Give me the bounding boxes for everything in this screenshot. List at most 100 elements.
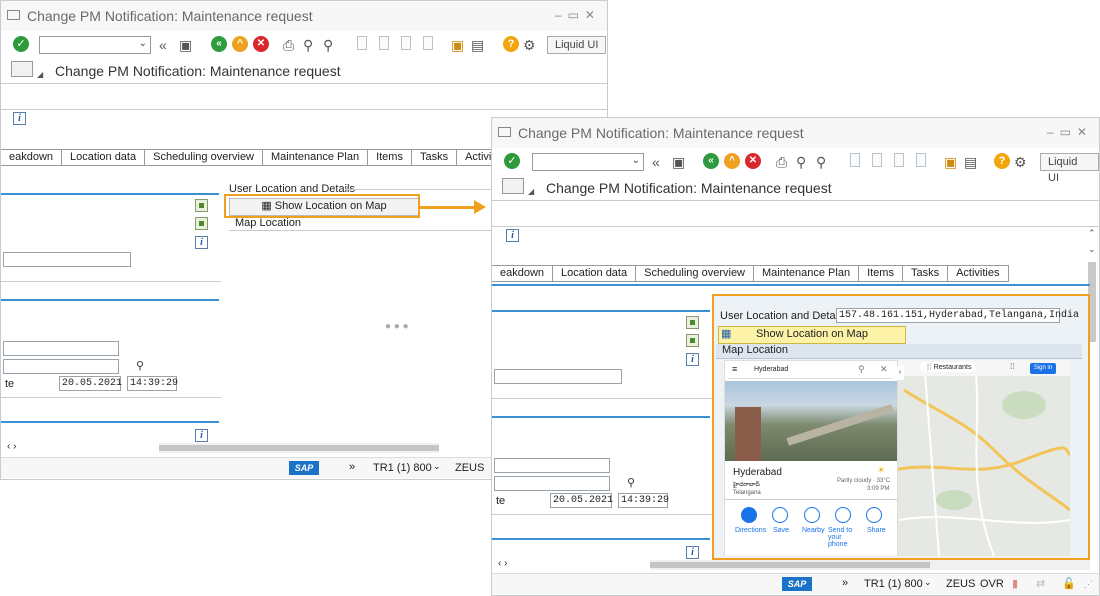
new-session-icon[interactable]: ▣ [944,153,957,171]
command-field[interactable]: ⌄ [532,153,644,171]
first-page-icon[interactable] [850,153,860,167]
find-next-icon[interactable]: ⚲ [816,153,826,171]
first-page-icon[interactable] [357,36,367,50]
back-icon[interactable]: « [703,153,719,169]
back-icon[interactable]: « [211,36,227,52]
window-menu-icon[interactable] [498,127,511,137]
hierarchy-icon[interactable] [686,334,699,347]
cancel-icon[interactable]: ✕ [745,153,761,169]
chevron-down-icon[interactable]: ◢ [37,70,43,79]
binoculars-icon[interactable]: ⚲ [133,359,147,373]
system-info[interactable]: TR1 (1) 800 [373,462,432,474]
help-icon[interactable]: ? [503,36,519,52]
horizontal-scrollbar[interactable] [650,560,1090,570]
print-icon[interactable]: ⎙ [283,36,294,54]
shortcut-icon[interactable]: ▤ [471,36,484,54]
tab-tasks[interactable]: Tasks [903,266,949,281]
text-field[interactable] [494,476,610,491]
tab-location-data[interactable]: Location data [553,266,637,281]
info-icon[interactable]: i [686,546,699,559]
shortcut-icon[interactable]: ▤ [964,153,977,171]
text-field[interactable] [3,359,119,374]
time-field[interactable]: 14:39:29 [618,493,669,508]
expand-status-icon[interactable]: » [842,577,848,589]
exit-icon[interactable]: ^ [724,153,740,169]
lock-icon[interactable]: 🔓 [1062,577,1076,590]
liquid-ui-button[interactable]: Liquid UI [547,36,607,54]
tab-scheduling-overview[interactable]: Scheduling overview [145,150,263,165]
new-session-icon[interactable]: ▣ [451,36,464,54]
tab-maintenance-plan[interactable]: Maintenance Plan [263,150,369,165]
history-icon[interactable]: « [159,36,167,54]
expand-status-icon[interactable]: » [349,461,355,473]
tab-breakdown[interactable]: eakdown [1,150,63,165]
scroll-thumb[interactable] [159,445,439,451]
horizontal-scrollbar[interactable] [159,443,439,453]
structure-icon[interactable] [686,316,699,329]
next-page-icon[interactable] [401,36,411,50]
tab-breakdown[interactable]: eakdown [492,266,554,281]
info-icon[interactable]: i [195,429,208,442]
transfer-icon[interactable]: ⇄ [1036,577,1045,590]
find-next-icon[interactable]: ⚲ [323,36,333,54]
structure-icon[interactable] [195,199,208,212]
tab-items[interactable]: Items [859,266,903,281]
find-icon[interactable]: ⚲ [303,36,313,54]
scroll-arrows[interactable]: ‹ › [498,558,507,569]
tab-activities[interactable]: Activities [948,266,1009,281]
tab-maintenance-plan[interactable]: Maintenance Plan [754,266,860,281]
system-info[interactable]: TR1 (1) 800 [864,578,923,590]
window-controls[interactable]: –▭✕ [1047,125,1093,139]
message-icon[interactable]: ▮ [1012,577,1018,590]
vertical-scroll-up-icon[interactable]: ⌃ [1088,228,1096,239]
tab-scheduling-overview[interactable]: Scheduling overview [636,266,754,281]
object-services-icon[interactable] [11,61,33,77]
previous-page-icon[interactable] [872,153,882,167]
text-field[interactable] [3,252,131,267]
settings-gear-icon[interactable]: ⚙ [1014,153,1027,171]
section-border [492,284,1090,286]
cancel-icon[interactable]: ✕ [253,36,269,52]
history-icon[interactable]: « [652,153,660,171]
tab-tasks[interactable]: Tasks [412,150,458,165]
help-icon[interactable]: ? [994,153,1010,169]
chevron-down-icon[interactable]: ⌄ [924,577,932,588]
scroll-arrows[interactable]: ‹ › [7,441,16,452]
tab-location-data[interactable]: Location data [62,150,146,165]
next-page-icon[interactable] [894,153,904,167]
tab-items[interactable]: Items [368,150,412,165]
last-page-icon[interactable] [916,153,926,167]
window-menu-icon[interactable] [7,10,20,20]
save-icon[interactable]: ▣ [672,153,685,171]
settings-gear-icon[interactable]: ⚙ [523,36,536,54]
text-field[interactable] [3,341,119,356]
object-services-icon[interactable] [502,178,524,194]
info-icon[interactable]: i [506,229,519,242]
liquid-ui-button[interactable]: Liquid UI [1040,153,1099,184]
vertical-scroll-down-icon[interactable]: ⌄ [1088,244,1096,255]
info-icon[interactable]: i [686,353,699,366]
time-field[interactable]: 14:39:29 [127,376,178,391]
print-icon[interactable]: ⎙ [776,153,787,171]
save-icon[interactable]: ▣ [179,36,192,54]
info-icon[interactable]: i [195,236,208,249]
binoculars-icon[interactable]: ⚲ [624,476,638,490]
command-field[interactable]: ⌄ [39,36,151,54]
text-field[interactable] [494,458,610,473]
scroll-thumb[interactable] [650,562,930,568]
chevron-down-icon[interactable]: ◢ [528,187,534,196]
date-field[interactable]: 20.05.2021 [550,493,613,508]
enter-icon[interactable]: ✓ [13,36,29,52]
resize-grip-icon[interactable]: ⋰ [1084,579,1093,590]
enter-icon[interactable]: ✓ [504,153,520,169]
last-page-icon[interactable] [423,36,433,50]
hierarchy-icon[interactable] [195,217,208,230]
exit-icon[interactable]: ^ [232,36,248,52]
find-icon[interactable]: ⚲ [796,153,806,171]
previous-page-icon[interactable] [379,36,389,50]
text-field[interactable] [494,369,622,384]
date-field[interactable]: 20.05.2021 [59,376,122,391]
info-icon[interactable]: i [13,112,26,125]
window-controls[interactable]: –▭✕ [555,8,601,22]
chevron-down-icon[interactable]: ⌄ [433,461,441,472]
